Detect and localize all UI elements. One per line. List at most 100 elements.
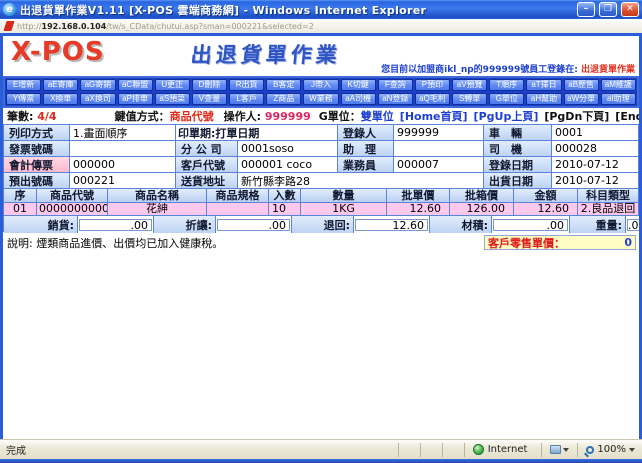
toolbar-button[interactable]: L客戶 xyxy=(229,93,264,105)
status-segment xyxy=(398,443,420,457)
volume-total-input[interactable]: .00 xyxy=(493,219,568,231)
toolbar-button[interactable]: aS預菜 xyxy=(155,93,190,105)
toolbar-button[interactable]: R出貨 xyxy=(229,79,264,91)
toolbar-button[interactable]: aQ毛利 xyxy=(415,93,450,105)
cell-product-code: 0000000000024 xyxy=(37,203,108,216)
nav-pgdn-link[interactable]: [PgDn下頁] xyxy=(544,108,609,124)
window-bottom-frame xyxy=(0,459,642,463)
toolbar-button[interactable]: V查量 xyxy=(192,93,227,105)
page-icon xyxy=(3,21,14,31)
toolbar-button[interactable]: aH幫助 xyxy=(526,93,561,105)
unit-mode-label: G單位： xyxy=(319,108,361,124)
sales-total-label: 銷貨: xyxy=(4,216,78,233)
weight-total-input[interactable]: .00 xyxy=(627,219,642,231)
ship-address-label: 送貨地址 xyxy=(176,173,238,189)
toolbar: E增新aE寄庫aG寄銷aC聯盟U更正D刪除R出貨B客定J帶入K切鍵F查詢P預印a… xyxy=(3,76,639,108)
status-segment xyxy=(442,443,464,457)
toolbar-button[interactable]: F查詢 xyxy=(378,79,413,91)
toolbar-button[interactable]: aB歷售 xyxy=(564,79,599,91)
cell-unit-price: 12.60 xyxy=(387,203,450,216)
toolbar-button[interactable]: aC聯盟 xyxy=(118,79,153,91)
toolbar-button[interactable]: aA司機 xyxy=(341,93,376,105)
zoom-control[interactable]: 100% xyxy=(577,443,639,457)
branch-label: 分 公 司 xyxy=(176,141,238,157)
nav-pgup-link[interactable]: [PgUp上頁] xyxy=(474,108,539,124)
vehicle-value: 0001 xyxy=(552,125,639,141)
window-title: 出退貨單作業V1.11 [X-POS 雲端商務網] - Windows Inte… xyxy=(20,2,573,18)
unit-mode-value: 雙單位 xyxy=(361,108,394,124)
url-text: http://192.168.0.104/tw/s_CData/chutui.a… xyxy=(17,22,314,31)
toolbar-button[interactable]: aW分單 xyxy=(564,93,599,105)
record-count-value: 4/4 xyxy=(37,110,56,123)
cell-box-price: 126.00 xyxy=(450,203,514,216)
items-column-header: 商品名稱 xyxy=(108,189,207,203)
toolbar-button[interactable]: aV預覽 xyxy=(452,79,487,91)
cell-product-spec xyxy=(207,203,269,216)
title-bar: e 出退貨單作業V1.11 [X-POS 雲端商務網] - Windows In… xyxy=(0,0,642,19)
security-zone: Internet xyxy=(464,443,542,457)
toolbar-button[interactable]: P預印 xyxy=(415,79,450,91)
toolbar-button[interactable]: aN登錄 xyxy=(378,93,413,105)
nav-end-link[interactable]: [End尾頁] xyxy=(615,108,642,124)
browser-window: e 出退貨單作業V1.11 [X-POS 雲端商務網] - Windows In… xyxy=(0,0,642,463)
table-row[interactable]: 01 0000000000024 花紳 10 1KG 12.60 126.00 … xyxy=(3,203,639,216)
cell-amount: 12.60 xyxy=(514,203,578,216)
retail-price-input[interactable]: 0 xyxy=(624,236,632,249)
items-column-header: 數量 xyxy=(301,189,387,203)
toolbar-button[interactable]: aM維護 xyxy=(601,79,636,91)
assistant-label: 助 理 xyxy=(338,141,394,157)
zoom-level: 100% xyxy=(597,444,626,455)
record-count-label: 筆數: xyxy=(7,108,33,124)
ie-icon: e xyxy=(3,3,16,16)
toolbar-button[interactable]: aT擇日 xyxy=(526,79,561,91)
toolbar-button[interactable]: aG寄銷 xyxy=(80,79,115,91)
toolbar-button[interactable]: aP排車 xyxy=(118,93,153,105)
salesman-label: 業務員 xyxy=(338,157,394,173)
toolbar-button[interactable]: E增新 xyxy=(6,79,41,91)
items-column-header: 金額 xyxy=(514,189,578,203)
toolbar-button[interactable]: G單位 xyxy=(489,93,524,105)
toolbar-button[interactable]: D刪除 xyxy=(192,79,227,91)
reg-date-label: 登錄日期 xyxy=(484,157,552,173)
toolbar-button[interactable]: X換車 xyxy=(43,93,78,105)
protected-mode-control[interactable] xyxy=(541,443,577,457)
print-mode-value: 1.畫面順序 xyxy=(70,125,176,141)
close-button[interactable]: ✕ xyxy=(621,2,639,17)
cell-account-type: 2.良品退回 xyxy=(578,203,639,216)
customer-code-label: 客戶代號 xyxy=(176,157,238,173)
return-total-input[interactable]: 12.60 xyxy=(355,219,428,231)
items-column-header: 批箱價 xyxy=(450,189,514,203)
toolbar-button[interactable]: B客定 xyxy=(266,79,301,91)
address-bar: http://192.168.0.104/tw/s_CData/chutui.a… xyxy=(0,19,642,36)
operator-label: 操作人: xyxy=(224,108,261,124)
toolbar-button[interactable]: U更正 xyxy=(155,79,190,91)
toolbar-button[interactable]: K切鍵 xyxy=(341,79,376,91)
maximize-button[interactable]: ❐ xyxy=(599,2,617,17)
status-text: 完成 xyxy=(3,442,398,457)
discount-total-input[interactable]: .00 xyxy=(217,219,290,231)
toolbar-button[interactable]: aE寄庫 xyxy=(43,79,78,91)
driver-label: 司 機 xyxy=(484,141,552,157)
minimize-button[interactable]: – xyxy=(577,2,595,17)
toolbar-button[interactable]: aI助理 xyxy=(601,93,636,105)
toolbar-button[interactable]: J帶入 xyxy=(303,79,338,91)
toolbar-row-1: E增新aE寄庫aG寄銷aC聯盟U更正D刪除R出貨B客定J帶入K切鍵F查詢P預印a… xyxy=(6,79,636,91)
retail-price-label: 客戶零售單價： xyxy=(488,235,565,251)
page-header: X-POS 出退貨單作業 您目前以加盟商ikl_np的999999號員工登錄在:… xyxy=(3,36,639,76)
sales-total-input[interactable]: .00 xyxy=(79,219,152,231)
zone-label: Internet xyxy=(488,444,528,455)
items-column-header: 商品代號 xyxy=(37,189,108,203)
toolbar-button[interactable]: Y傳票 xyxy=(6,93,41,105)
nav-home-link[interactable]: [Home首頁] xyxy=(400,108,468,124)
return-total-label: 退回: xyxy=(292,216,354,233)
toolbar-button[interactable]: T順序 xyxy=(489,79,524,91)
voucher-value: 000000 xyxy=(70,157,176,173)
toolbar-button[interactable]: aX換司 xyxy=(80,93,115,105)
ship-address-value: 新竹縣李路28 xyxy=(238,173,484,189)
toolbar-button[interactable]: Z商品 xyxy=(266,93,301,105)
record-status-line: 筆數: 4/4 鍵值方式：商品代號 操作人: 999999 G單位：雙單位 [H… xyxy=(3,108,639,124)
toolbar-button[interactable]: S轉單 xyxy=(452,93,487,105)
print-date-text: 印單期:打單日期 xyxy=(176,125,338,141)
branch-value: 0001soso xyxy=(238,141,338,157)
toolbar-button[interactable]: W業務 xyxy=(303,93,338,105)
